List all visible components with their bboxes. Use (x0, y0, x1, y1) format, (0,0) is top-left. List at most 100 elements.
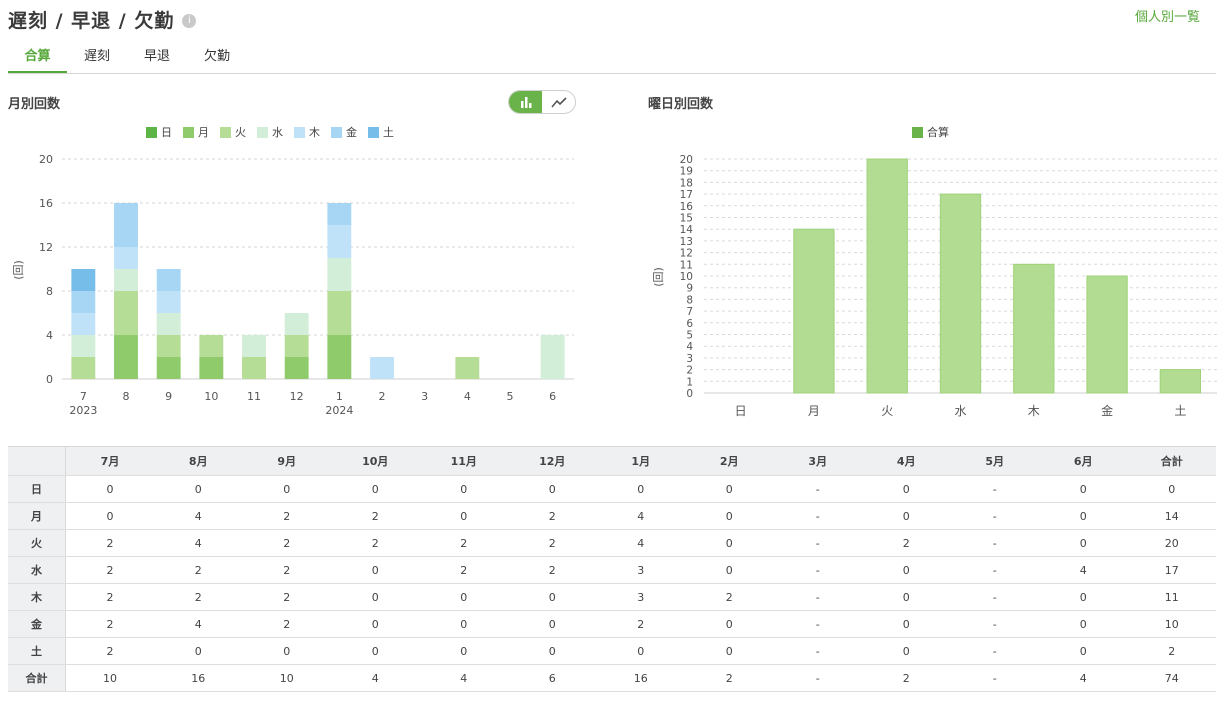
bar[interactable] (866, 158, 908, 394)
bar-segment[interactable] (199, 357, 224, 379)
bar-segment[interactable] (71, 357, 96, 379)
bar-segment[interactable] (156, 291, 181, 313)
bar-segment[interactable] (114, 203, 138, 247)
x-tick-label: 9 (165, 390, 172, 403)
legend-item[interactable]: 土 (368, 124, 394, 140)
y-tick-label: 18 (680, 177, 693, 189)
legend-item[interactable]: 水 (257, 124, 283, 140)
bar-segment[interactable] (284, 357, 309, 379)
bar-segment[interactable] (156, 357, 181, 379)
bar-chart-toggle-button[interactable] (509, 91, 542, 113)
x-tick-label: 火 (881, 404, 893, 418)
bar-segment[interactable] (156, 269, 181, 291)
bar-segment[interactable] (327, 291, 352, 335)
monthly-chart-legend: 日 月火水木金土 (146, 124, 405, 140)
bar-segment[interactable] (327, 258, 352, 291)
table-row: 木 2 2 2 0 0 0 3 2-0-0 11 (8, 583, 1216, 611)
bar[interactable] (1086, 275, 1128, 394)
table-cell: 0 (685, 502, 774, 530)
bar-segment[interactable] (242, 335, 266, 357)
table-cell: - (773, 502, 862, 530)
bar-segment[interactable] (327, 335, 352, 379)
table-cell: 2 (862, 529, 951, 557)
table-cell: 0 (508, 583, 597, 611)
table-cell: 0 (419, 610, 508, 638)
legend-item[interactable]: 木 (294, 124, 320, 140)
bar-segment[interactable] (284, 313, 309, 335)
bar-segment[interactable] (156, 335, 181, 357)
bar-segment[interactable] (199, 335, 224, 357)
table-header-row: 7月 8月 9月 10月 11月 12月 1月 2月 3月 4月 5月 6月 合計 (8, 446, 1216, 476)
table-cell: 2 (242, 529, 331, 557)
bar-segment[interactable] (71, 313, 96, 335)
x-tick-label: 4 (464, 390, 471, 403)
table-cell: 2 (65, 610, 154, 638)
x-tick-label: 金 (1101, 403, 1113, 418)
x-tick-label: 2023 (69, 404, 97, 417)
legend-label: 合算 (927, 126, 949, 139)
table-cell: - (950, 556, 1039, 584)
legend-item[interactable]: 合算 (912, 124, 949, 140)
bar[interactable] (1013, 263, 1055, 394)
table-cell: - (950, 610, 1039, 638)
legend-swatch (331, 126, 342, 138)
bar-segment[interactable] (114, 291, 138, 335)
tab-combined[interactable]: 合算 (8, 40, 67, 73)
info-icon[interactable]: i (182, 13, 197, 28)
table-cell: 2 (331, 502, 420, 530)
bar-segment[interactable] (370, 357, 394, 379)
legend-item[interactable]: 月 (183, 124, 209, 140)
bar-segment[interactable] (540, 335, 565, 379)
bar-segment[interactable] (156, 313, 181, 335)
summary-table: 7月 8月 9月 10月 11月 12月 1月 2月 3月 4月 5月 6月 合計 日00000000-… (8, 446, 1216, 692)
bar-segment[interactable] (71, 269, 96, 291)
bar-segment[interactable] (284, 335, 309, 357)
table-cell: 3 (596, 583, 685, 611)
x-tick-label: 3 (421, 390, 428, 403)
bar-segment[interactable] (71, 291, 96, 313)
bar-segment[interactable] (327, 203, 352, 225)
bar-segment[interactable] (114, 269, 138, 291)
legend-swatch (912, 126, 923, 138)
y-tick-label: 0 (46, 373, 53, 386)
legend-label: 月 (198, 126, 209, 139)
row-header: 金 (8, 610, 66, 638)
individual-list-link[interactable]: 個人別一覧 (1135, 6, 1200, 25)
tab-early-leave[interactable]: 早退 (136, 40, 178, 71)
table-cell: 2 (154, 583, 243, 611)
table-cell: 0 (242, 475, 331, 503)
table-cell: 10 (1127, 610, 1216, 638)
table-cell: 3 (596, 556, 685, 584)
y-tick-label: 14 (680, 224, 694, 236)
table-cell: 4 (154, 610, 243, 638)
bar-segment[interactable] (242, 357, 266, 379)
tab-absence[interactable]: 欠勤 (196, 40, 238, 71)
legend-swatch (183, 126, 194, 138)
table-cell: 0 (685, 529, 774, 557)
bar[interactable] (1159, 369, 1202, 394)
line-chart-icon (550, 97, 567, 108)
table-cell: - (950, 475, 1039, 503)
bar-segment[interactable] (114, 247, 138, 269)
legend-item[interactable]: 金 (331, 124, 357, 140)
bar-segment[interactable] (114, 335, 138, 379)
bar[interactable] (793, 228, 835, 394)
line-chart-toggle-button[interactable] (542, 91, 575, 113)
y-tick-label: 11 (680, 259, 693, 271)
table-row: 月 0 4 2 2 0 2 4 0-0-0 14 (8, 502, 1216, 530)
bar[interactable] (939, 193, 982, 394)
tab-late[interactable]: 遅刻 (76, 40, 118, 71)
table-cell: 0 (862, 583, 951, 611)
bar-segment[interactable] (455, 357, 480, 379)
table-cell: 2 (65, 637, 154, 665)
x-tick-label: 土 (1174, 404, 1186, 418)
table-cell: 2 (154, 556, 243, 584)
table-row: 日00000000-0-00 (8, 475, 1216, 503)
bar-segment[interactable] (71, 335, 96, 357)
bar-segment[interactable] (327, 225, 352, 258)
legend-item[interactable]: 日 (146, 124, 172, 140)
table-cell: 2 (242, 556, 331, 584)
row-header: 土 (8, 637, 66, 665)
legend-item[interactable]: 火 (220, 124, 246, 140)
y-tick-label: 3 (686, 353, 693, 365)
